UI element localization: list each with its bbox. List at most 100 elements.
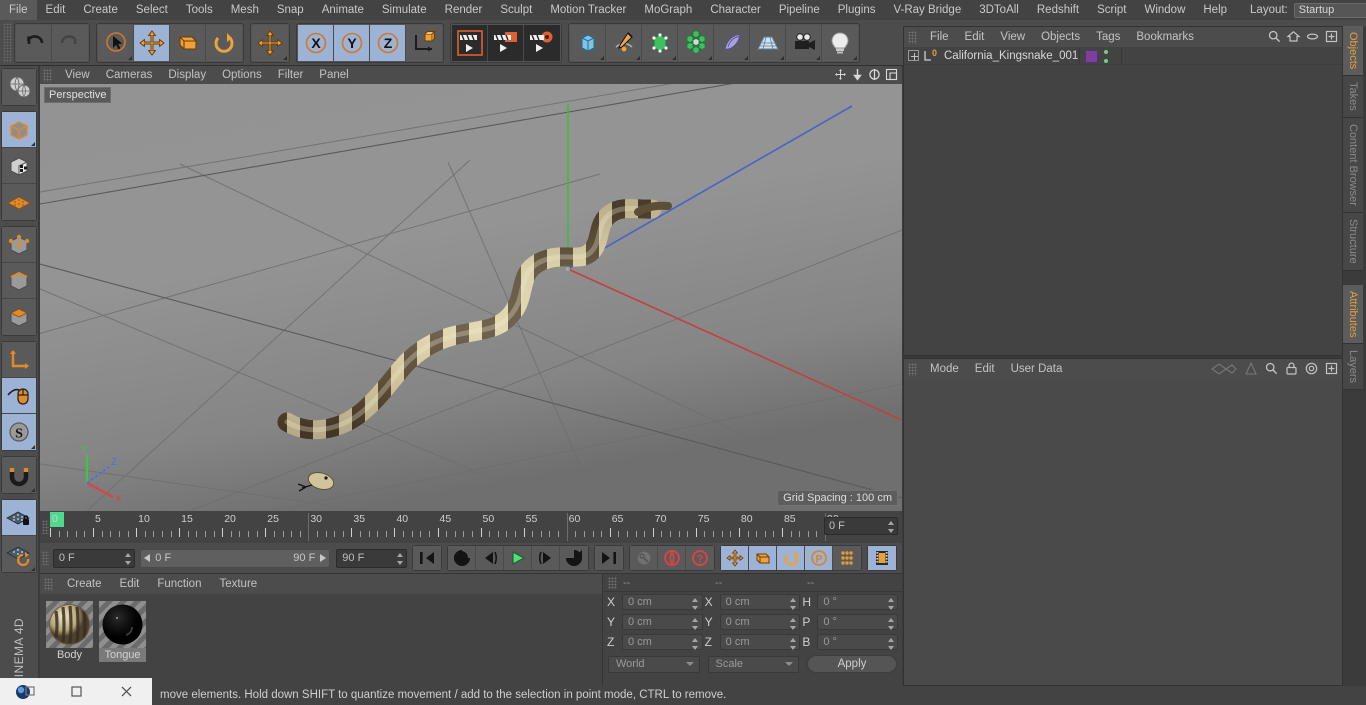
lock-x-axis[interactable]: X: [298, 24, 334, 61]
menu-character[interactable]: Character: [701, 0, 770, 20]
undo-view-button[interactable]: [2, 69, 36, 105]
menu-snap[interactable]: Snap: [268, 0, 313, 20]
coordinates-grip[interactable]: [608, 576, 617, 589]
redo-button[interactable]: [52, 24, 88, 61]
polygons-mode[interactable]: [2, 299, 36, 335]
enable-snapping[interactable]: S: [2, 414, 36, 450]
scale-tool[interactable]: [170, 24, 206, 61]
material-menu-edit[interactable]: Edit: [111, 574, 149, 594]
menu-help[interactable]: Help: [1194, 0, 1236, 20]
menu-select[interactable]: Select: [127, 0, 177, 20]
record-pla-button[interactable]: P: [805, 546, 833, 570]
material-menu-function[interactable]: Function: [148, 574, 210, 594]
material-preview[interactable]: [99, 601, 146, 648]
position-stepper[interactable]: [692, 598, 699, 610]
model-mode[interactable]: [2, 112, 36, 148]
expand-icon[interactable]: [908, 50, 919, 61]
size-stepper[interactable]: [789, 638, 796, 650]
home-icon[interactable]: [1286, 29, 1301, 49]
current-frame-field[interactable]: 0 F: [824, 517, 898, 535]
layout-dropdown[interactable]: Startup: [1293, 2, 1366, 18]
go-to-previous-frame-button[interactable]: [476, 546, 504, 570]
object-axis-mode[interactable]: [2, 342, 36, 378]
wave-icon[interactable]: [1210, 361, 1238, 381]
menu-plugins[interactable]: Plugins: [829, 0, 885, 20]
object-manager-menu-file[interactable]: File: [922, 27, 957, 47]
dock-tab-layers[interactable]: Layers: [1343, 344, 1363, 391]
transform-mode-dropdown[interactable]: Scale: [707, 655, 799, 673]
viewport-menu-filter[interactable]: Filter: [270, 66, 312, 84]
go-to-next-keyframe-button[interactable]: [560, 546, 588, 570]
record-rotation-button[interactable]: [777, 546, 805, 570]
material-preview[interactable]: [46, 601, 93, 648]
magnet-tool[interactable]: [2, 457, 36, 493]
menu-script[interactable]: Script: [1088, 0, 1135, 20]
lock-z-axis[interactable]: Z: [370, 24, 406, 61]
menu-sculpt[interactable]: Sculpt: [491, 0, 541, 20]
go-to-previous-keyframe-button[interactable]: [448, 546, 476, 570]
position-input[interactable]: 0 cm: [622, 614, 703, 630]
attributes-menu-user-data[interactable]: User Data: [1003, 359, 1071, 379]
range-end-arrow-icon[interactable]: [320, 554, 327, 562]
pan-icon[interactable]: [833, 67, 848, 82]
menu-simulate[interactable]: Simulate: [373, 0, 436, 20]
material-item[interactable]: Tongue: [99, 601, 146, 662]
viewport-menu-options[interactable]: Options: [214, 66, 270, 84]
material-menu-texture[interactable]: Texture: [210, 574, 266, 594]
go-to-next-frame-button[interactable]: [532, 546, 560, 570]
rotate-tool[interactable]: [206, 24, 242, 61]
frame-stepper[interactable]: [887, 521, 894, 533]
ellipse-icon[interactable]: [1305, 29, 1320, 49]
rotation-stepper[interactable]: [887, 618, 894, 630]
dock-tab-objects[interactable]: Objects: [1343, 26, 1363, 77]
transport-grip[interactable]: [42, 551, 49, 565]
render-view-button[interactable]: [452, 24, 488, 61]
menu-file[interactable]: File: [0, 0, 37, 20]
record-active-objects-button[interactable]: [630, 546, 658, 570]
app-icon[interactable]: [0, 678, 51, 705]
add-camera[interactable]: [786, 24, 822, 61]
lock-workplane[interactable]: [2, 500, 36, 536]
cone-icon[interactable]: [1243, 361, 1259, 381]
object-manager-grip[interactable]: [908, 30, 917, 44]
object-manager-menu-tags[interactable]: Tags: [1088, 27, 1128, 47]
menu-redshift[interactable]: Redshift: [1028, 0, 1088, 20]
dock-tab-attributes[interactable]: Attributes: [1343, 284, 1363, 345]
search-icon[interactable]: [1264, 361, 1279, 381]
menu-animate[interactable]: Animate: [313, 0, 373, 20]
viewport-menu-cameras[interactable]: Cameras: [98, 66, 161, 84]
attributes-menu-mode[interactable]: Mode: [922, 359, 967, 379]
menu-mograph[interactable]: MoGraph: [635, 0, 701, 20]
go-to-end-button[interactable]: [595, 546, 623, 570]
rotation-input[interactable]: 0 °: [817, 634, 899, 650]
dolly-icon[interactable]: [850, 67, 865, 82]
size-input[interactable]: 0 cm: [719, 614, 801, 630]
preview-range-bar[interactable]: 0 F 90 F: [140, 548, 331, 568]
position-input[interactable]: 0 cm: [622, 634, 703, 650]
toolbar-grip[interactable]: [3, 22, 12, 63]
menu-3dtoall[interactable]: 3DToAll: [970, 0, 1028, 20]
maximize-icon[interactable]: [884, 67, 899, 82]
workplane-mode[interactable]: [2, 184, 36, 220]
size-input[interactable]: 0 cm: [719, 594, 801, 610]
end-frame-stepper[interactable]: [396, 552, 403, 565]
object-row[interactable]: 0 California_Kingsnake_001: [904, 47, 1342, 65]
object-manager-menu-bookmarks[interactable]: Bookmarks: [1128, 27, 1202, 47]
add-generator[interactable]: [642, 24, 678, 61]
position-input[interactable]: 0 cm: [622, 594, 703, 610]
rotation-input[interactable]: 0 °: [817, 594, 899, 610]
visibility-dots[interactable]: [1104, 50, 1108, 63]
render-settings-button[interactable]: [524, 24, 560, 61]
menu-mesh[interactable]: Mesh: [222, 0, 268, 20]
close-window-button[interactable]: [101, 678, 152, 705]
lock-icon[interactable]: [1284, 361, 1299, 381]
transport-frame-stepper[interactable]: [124, 552, 131, 565]
dock-tab-takes[interactable]: Takes: [1343, 76, 1363, 119]
size-stepper[interactable]: [789, 618, 796, 630]
rotate-icon[interactable]: [867, 67, 882, 82]
viewport-3d-canvas[interactable]: Perspective Grid Spacing : 100 cm Y X Z: [40, 84, 902, 511]
viewport-menu-display[interactable]: Display: [160, 66, 214, 84]
dock-tab-structure[interactable]: Structure: [1343, 212, 1363, 271]
transport-current-frame-field[interactable]: 0 F: [52, 548, 136, 568]
points-mode[interactable]: [2, 227, 36, 263]
